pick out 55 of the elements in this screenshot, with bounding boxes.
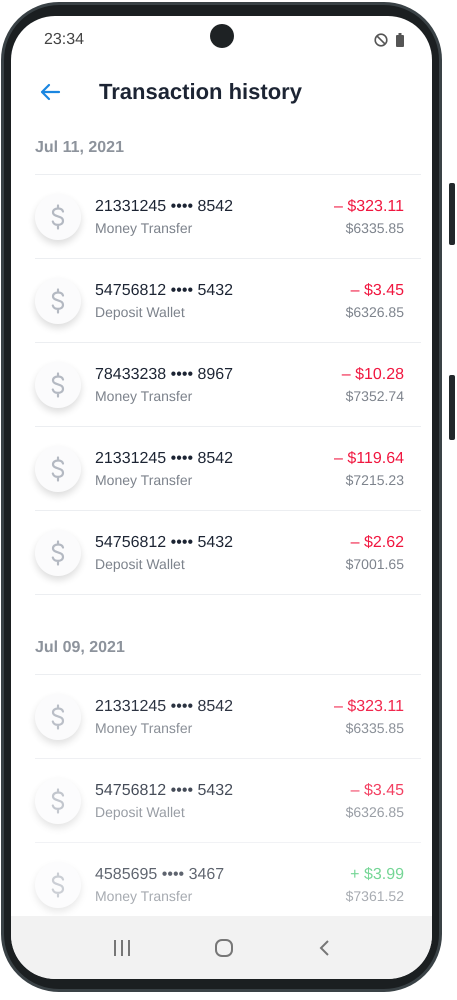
balance: $6335.85 (346, 720, 404, 736)
amount: – $119.64 (334, 450, 404, 468)
transaction-type: Money Transfer (95, 220, 194, 236)
transaction-type: Deposit Wallet (95, 804, 186, 820)
dollar-icon (35, 530, 81, 576)
account-number: 78433238 •••• 8967 (95, 366, 234, 384)
page-title: Transaction history (99, 79, 302, 105)
home-button[interactable] (214, 938, 234, 958)
transaction-type: Money Transfer (95, 472, 194, 488)
date-heading: Jul 11, 2021 (35, 138, 124, 156)
balance: $7001.65 (346, 556, 404, 572)
dollar-icon (35, 778, 81, 824)
account-number: 54756812 •••• 5432 (95, 534, 234, 552)
transaction-item[interactable]: 54756812 •••• 5432 Deposit Wallet – $2.62 $7001.65 (35, 511, 421, 595)
balance: $7352.74 (346, 388, 404, 404)
account-number: 21331245 •••• 8542 (95, 450, 234, 468)
date-heading: Jul 09, 2021 (35, 638, 125, 656)
amount: – $3.45 (350, 782, 404, 800)
account-number: 54756812 •••• 5432 (95, 782, 234, 800)
transaction-item[interactable]: 21331245 •••• 8542 Money Transfer – $119.64 $7215.23 (35, 427, 421, 511)
dollar-icon (35, 362, 81, 408)
balance: $6326.85 (346, 304, 404, 320)
transaction-type: Money Transfer (95, 388, 194, 404)
dollar-icon (35, 694, 81, 740)
do-not-disturb-icon (374, 32, 388, 46)
transaction-item[interactable]: 21331245 •••• 8542 Money Transfer – $323.11 $6335.85 (35, 675, 421, 759)
transaction-type: Money Transfer (95, 720, 194, 736)
transaction-type: Money Transfer (95, 888, 194, 904)
dollar-icon (35, 278, 81, 324)
account-number: 21331245 •••• 8542 (95, 698, 234, 716)
amount: – $323.11 (334, 698, 404, 716)
battery-icon (396, 32, 404, 46)
transaction-item[interactable]: 21331245 •••• 8542 Money Transfer – $323.11 $6335.85 (35, 175, 421, 259)
transaction-item[interactable]: 54756812 •••• 5432 Deposit Wallet – $3.45 $6326.85 (35, 759, 421, 843)
amount: – $10.28 (342, 366, 404, 384)
balance: $7215.23 (346, 472, 404, 488)
account-number: 4585695 •••• 3467 (95, 866, 226, 884)
balance: $6335.85 (346, 220, 404, 236)
status-time: 23:34 (44, 30, 84, 48)
transaction-type: Deposit Wallet (95, 556, 186, 572)
balance: $6326.85 (346, 804, 404, 820)
account-number: 21331245 •••• 8542 (95, 198, 234, 216)
camera-icon (210, 24, 234, 48)
amount: + $3.99 (350, 866, 404, 884)
dollar-icon (35, 446, 81, 492)
transaction-item[interactable]: 54756812 •••• 5432 Deposit Wallet – $3.45 $6326.85 (35, 259, 421, 343)
transaction-item[interactable]: 78433238 •••• 8967 Money Transfer – $10.28 $7352.74 (35, 343, 421, 427)
recent-apps-button[interactable] (112, 938, 132, 956)
dollar-icon (35, 194, 81, 240)
transaction-type: Deposit Wallet (95, 304, 186, 320)
account-number: 54756812 •••• 5432 (95, 282, 234, 300)
amount: – $2.62 (350, 534, 404, 552)
amount: – $3.45 (350, 282, 404, 300)
amount: – $323.11 (334, 198, 404, 216)
balance: $7361.52 (346, 888, 404, 904)
